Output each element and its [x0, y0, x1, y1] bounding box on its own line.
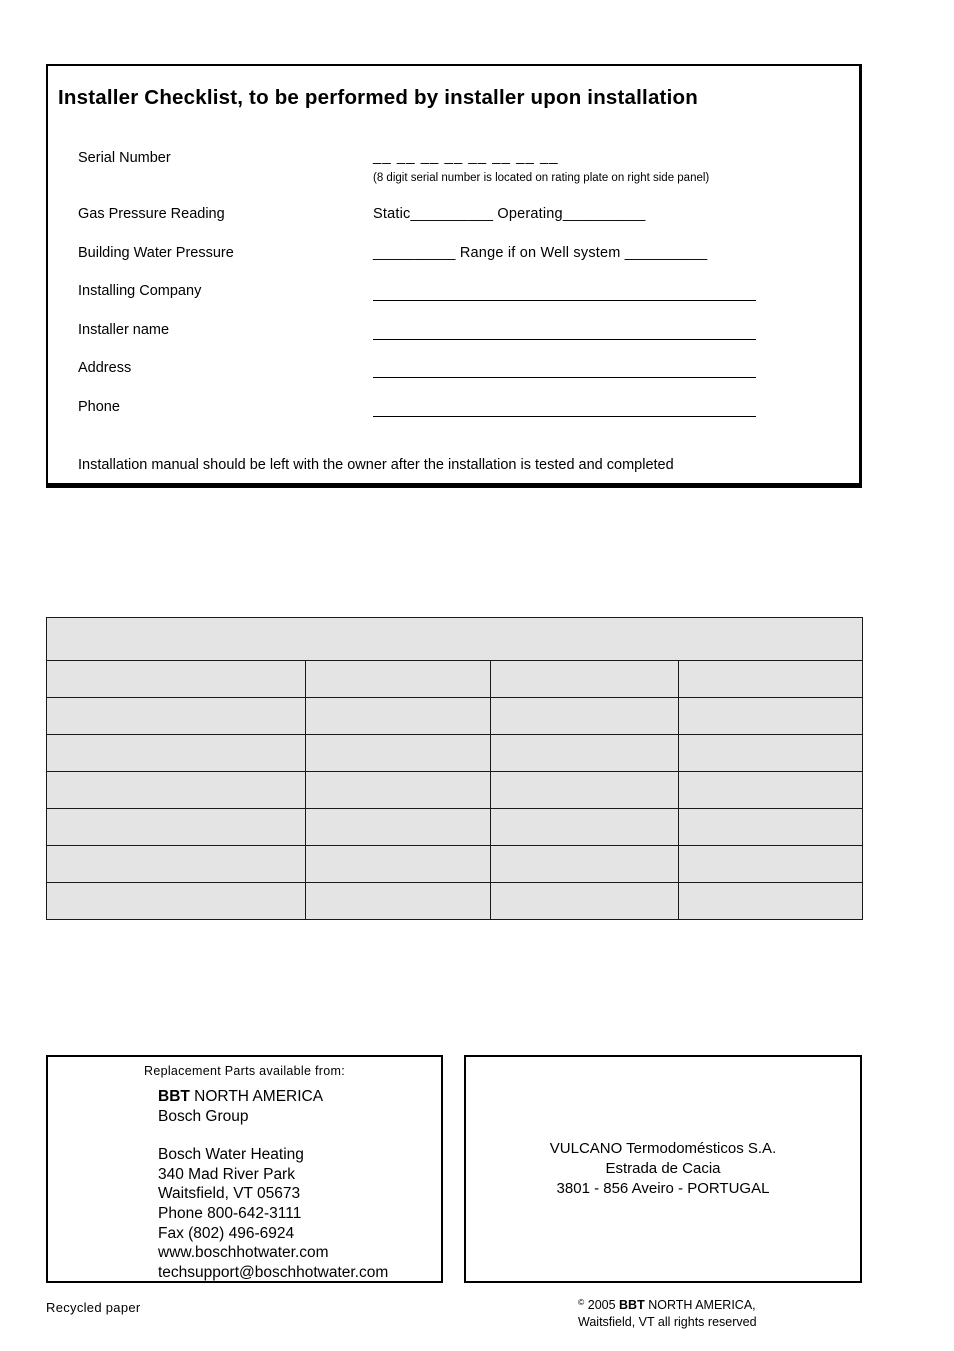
company-name-line: BBT NORTH AMERICA — [158, 1087, 441, 1107]
copyright-year: 2005 — [584, 1298, 620, 1312]
field-label-building-water-pressure: Building Water Pressure — [78, 244, 234, 261]
table-cell[interactable] — [678, 808, 863, 846]
parts-contact-block: BBT NORTH AMERICA Bosch Group Bosch Wate… — [158, 1087, 441, 1282]
table-cell[interactable] — [678, 771, 863, 809]
copyright-company-rest: NORTH AMERICA, — [644, 1298, 756, 1312]
table-cell[interactable] — [490, 771, 679, 809]
table-cell[interactable] — [490, 845, 679, 883]
company-group: Bosch Group — [158, 1107, 249, 1125]
table-header-cell — [46, 617, 863, 661]
vulcano-address-block: VULCANO Termodomésticos S.A. Estrada de … — [550, 1139, 776, 1199]
table-cell[interactable] — [678, 845, 863, 883]
vulcano-city: 3801 - 856 Aveiro - PORTUGAL — [556, 1180, 770, 1197]
table-cell[interactable] — [46, 808, 306, 846]
gas-pressure-input[interactable]: Static__________ Operating__________ — [373, 206, 645, 222]
table-cell[interactable] — [46, 697, 306, 735]
table-header-row — [46, 617, 863, 661]
serial-number-hint: (8 digit serial number is located on rat… — [373, 172, 710, 184]
installing-company-input[interactable] — [373, 300, 756, 301]
vulcano-company: VULCANO Termodomésticos S.A. — [549, 1140, 777, 1157]
page-title: Installer Checklist, to be performed by … — [58, 86, 698, 109]
table-row — [46, 771, 863, 809]
table-cell[interactable] — [305, 808, 491, 846]
serial-number-input[interactable]: __ __ __ __ __ __ __ __ — [373, 148, 559, 165]
checklist-form: Serial Number __ __ __ __ __ __ __ __ (8… — [48, 148, 859, 438]
table-row — [46, 697, 863, 735]
form-row-gas-pressure: Gas Pressure Reading Static__________ Op… — [48, 206, 859, 245]
field-label-gas-pressure: Gas Pressure Reading — [78, 206, 225, 222]
address-line: 340 Mad River Park — [158, 1165, 295, 1183]
table-cell[interactable] — [490, 808, 679, 846]
table-cell[interactable] — [305, 734, 491, 772]
phone-input[interactable] — [373, 415, 756, 417]
recycled-paper-note: Recycled paper — [46, 1300, 141, 1315]
website-link[interactable]: www.boschhotwater.com — [158, 1243, 441, 1263]
company-name-bbt: BBT — [158, 1088, 190, 1105]
form-row-installer-name: Installer name — [48, 322, 859, 361]
table-cell[interactable] — [305, 882, 491, 920]
address-line: Bosch Water Heating — [158, 1146, 304, 1164]
checklist-closing-note: Installation manual should be left with … — [78, 457, 674, 473]
table-cell[interactable] — [678, 697, 863, 735]
field-label-installer-name: Installer name — [78, 321, 170, 338]
table-cell[interactable] — [678, 882, 863, 920]
installer-name-input[interactable] — [373, 338, 756, 340]
table-cell[interactable] — [490, 697, 679, 735]
table-row — [46, 808, 863, 846]
table-cell[interactable] — [678, 660, 863, 698]
building-water-pressure-input[interactable]: __________ Range if on Well system _____… — [373, 245, 707, 261]
form-row-serial-number: Serial Number __ __ __ __ __ __ __ __ (8… — [48, 148, 859, 206]
table-row — [46, 734, 863, 772]
company-name-rest: NORTH AMERICA — [189, 1088, 324, 1105]
form-row-phone: Phone — [48, 399, 859, 438]
vulcano-street: Estrada de Cacia — [605, 1160, 721, 1177]
table-row — [46, 882, 863, 920]
table-cell[interactable] — [305, 697, 491, 735]
table-cell[interactable] — [490, 734, 679, 772]
table-cell[interactable] — [678, 734, 863, 772]
copyright-line-1: © 2005 BBT NORTH AMERICA, — [578, 1294, 757, 1314]
field-label-serial-number: Serial Number — [78, 150, 171, 166]
table-cell[interactable] — [46, 734, 306, 772]
table-row — [46, 660, 863, 698]
blank-data-table — [46, 617, 863, 920]
form-row-building-water-pressure: Building Water Pressure __________ Range… — [48, 245, 859, 284]
copyright-notice: © 2005 BBT NORTH AMERICA, Waitsfield, VT… — [578, 1294, 757, 1331]
table-row — [46, 845, 863, 883]
table-cell[interactable] — [305, 771, 491, 809]
email-link[interactable]: techsupport@boschhotwater.com — [158, 1263, 441, 1283]
table-cell[interactable] — [305, 845, 491, 883]
table-cell[interactable] — [490, 660, 679, 698]
phone-line: Phone 800-642-3111 — [158, 1204, 302, 1222]
field-label-address: Address — [78, 360, 132, 376]
address-input[interactable] — [373, 377, 756, 378]
field-label-installing-company: Installing Company — [78, 283, 202, 299]
table-cell[interactable] — [46, 845, 306, 883]
copyright-line-2: Waitsfield, VT all rights reserved — [578, 1315, 757, 1329]
installer-checklist-panel: Installer Checklist, to be performed by … — [46, 64, 862, 488]
table-cell[interactable] — [46, 882, 306, 920]
replacement-parts-heading: Replacement Parts available from: — [144, 1064, 345, 1078]
table-cell[interactable] — [490, 882, 679, 920]
copyright-bbt: BBT — [619, 1298, 645, 1312]
vulcano-address-box: VULCANO Termodomésticos S.A. Estrada de … — [464, 1055, 862, 1283]
field-label-phone: Phone — [78, 398, 120, 415]
table-cell[interactable] — [46, 771, 306, 809]
form-row-address: Address — [48, 360, 859, 399]
table-cell[interactable] — [46, 660, 306, 698]
replacement-parts-box: Replacement Parts available from: BBT NO… — [46, 1055, 443, 1283]
form-row-installing-company: Installing Company — [48, 283, 859, 322]
address-line: Waitsfield, VT 05673 — [158, 1185, 301, 1203]
fax-line: Fax (802) 496-6924 — [158, 1224, 295, 1242]
table-cell[interactable] — [305, 660, 491, 698]
